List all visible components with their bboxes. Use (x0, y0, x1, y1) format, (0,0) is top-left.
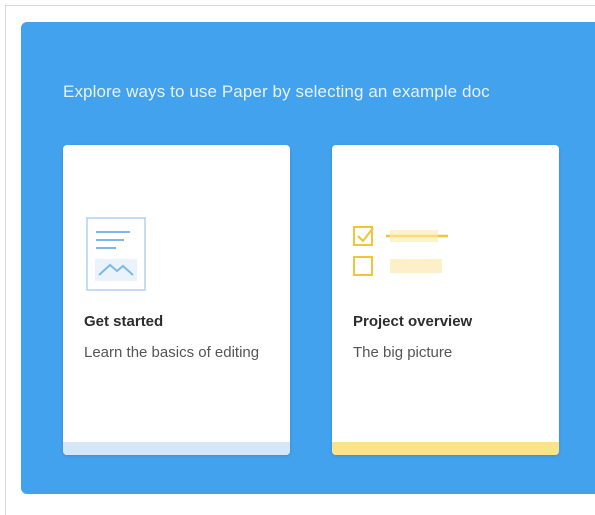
card-description: Learn the basics of editing (84, 344, 260, 361)
card-description: The big picture (353, 344, 453, 361)
card-title: Get started (84, 313, 164, 330)
card-footer-bar (332, 442, 559, 455)
checklist-icon (353, 226, 448, 276)
card-title: Project overview (353, 313, 473, 330)
example-docs-banner: Explore ways to use Paper by selecting a… (21, 22, 595, 494)
document-image-icon (86, 217, 146, 291)
example-card-project-overview[interactable]: Project overview The big picture (332, 145, 559, 455)
example-card-get-started[interactable]: Get started Learn the basics of editing (63, 145, 290, 455)
banner-heading: Explore ways to use Paper by selecting a… (63, 82, 490, 101)
card-footer-bar (63, 442, 290, 455)
